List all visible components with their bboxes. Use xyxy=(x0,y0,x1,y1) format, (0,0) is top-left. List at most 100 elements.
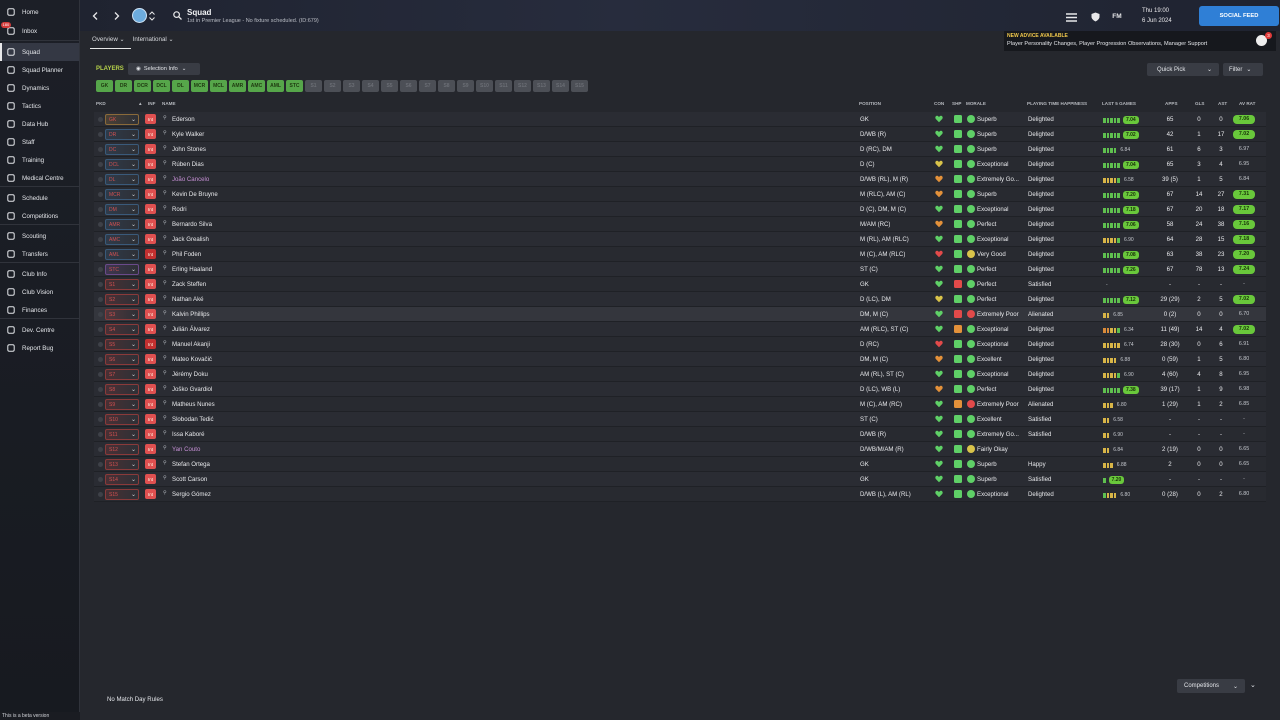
position-filter-mcl[interactable]: MCL xyxy=(210,80,227,92)
position-filter-s2[interactable]: S2 xyxy=(324,80,341,92)
sidebar-item-squad-planner[interactable]: Squad Planner xyxy=(0,61,79,79)
selection-dropdown[interactable]: S10 ⌄ xyxy=(105,414,139,425)
penalty-kick-dot[interactable] xyxy=(98,432,103,437)
info-flag-badge[interactable]: Int xyxy=(145,459,156,469)
club-crest[interactable] xyxy=(132,8,147,23)
penalty-kick-dot[interactable] xyxy=(98,192,103,197)
player-name[interactable]: Scott Carson xyxy=(172,476,207,483)
selection-dropdown[interactable]: S1 ⌄ xyxy=(105,279,139,290)
info-flag-badge[interactable]: Int xyxy=(145,444,156,454)
position-filter-dr[interactable]: DR xyxy=(115,80,132,92)
selection-dropdown[interactable]: S15 ⌄ xyxy=(105,489,139,500)
table-row[interactable]: S8 ⌄ Int ⚲ Joško Gvardiol D (LC), WB (L) Perfe… xyxy=(94,382,1266,397)
continue-date[interactable]: Thu 19:00 6 Jun 2024 xyxy=(1142,6,1202,28)
table-row[interactable]: S2 ⌄ Int ⚲ Nathan Aké D (LC), DM Perfect Deligh… xyxy=(94,292,1266,307)
info-flag-badge[interactable]: Int xyxy=(145,429,156,439)
info-flag-badge[interactable]: Int xyxy=(145,114,156,124)
penalty-kick-dot[interactable] xyxy=(98,222,103,227)
info-flag-badge[interactable]: Int xyxy=(145,249,156,259)
info-flag-badge[interactable]: Int xyxy=(145,414,156,424)
info-flag-badge[interactable]: Int xyxy=(145,189,156,199)
social-feed-button[interactable]: SOCIAL FEED xyxy=(1199,6,1279,26)
penalty-kick-dot[interactable] xyxy=(98,342,103,347)
selection-dropdown[interactable]: DCL ⌄ xyxy=(105,159,139,170)
player-name[interactable]: Slobodan Tedić xyxy=(172,416,214,423)
position-filter-s6[interactable]: S6 xyxy=(400,80,417,92)
position-filter-s14[interactable]: S14 xyxy=(552,80,569,92)
table-row[interactable]: DM ⌄ Int ⚲ Rodri D (C), DM, M (C) Exceptional D… xyxy=(94,202,1266,217)
player-name[interactable]: Bernardo Silva xyxy=(172,221,212,228)
position-filter-amc[interactable]: AMC xyxy=(248,80,265,92)
penalty-kick-dot[interactable] xyxy=(98,177,103,182)
selection-info-dropdown[interactable]: ◉ Selection Info ⌄ xyxy=(128,63,200,75)
position-filter-amr[interactable]: AMR xyxy=(229,80,246,92)
sidebar-item-inbox[interactable]: Inbox 180 xyxy=(0,22,79,40)
back-button[interactable] xyxy=(88,8,102,24)
col-avrat[interactable]: AV RAT xyxy=(1239,101,1255,106)
table-row[interactable]: S15 ⌄ Int ⚲ Sergio Gómez D/WB (L), AM (RL) Exc… xyxy=(94,487,1266,502)
col-apps[interactable]: APPS xyxy=(1165,101,1178,106)
selection-dropdown[interactable]: S4 ⌄ xyxy=(105,324,139,335)
tab-overview[interactable]: Overview ⌄ xyxy=(90,31,131,49)
player-name[interactable]: Kevin De Bruyne xyxy=(172,191,218,198)
sidebar-item-schedule[interactable]: Schedule xyxy=(0,189,79,207)
position-filter-s4[interactable]: S4 xyxy=(362,80,379,92)
selection-dropdown[interactable]: S12 ⌄ xyxy=(105,444,139,455)
table-row[interactable]: DL ⌄ Int ⚲ João Cancelo D/WB (RL), M (R) Extre… xyxy=(94,172,1266,187)
selection-dropdown[interactable]: DC ⌄ xyxy=(105,144,139,155)
selection-dropdown[interactable]: S6 ⌄ xyxy=(105,354,139,365)
sidebar-item-transfers[interactable]: Transfers xyxy=(0,245,79,263)
selection-dropdown[interactable]: S14 ⌄ xyxy=(105,474,139,485)
penalty-kick-dot[interactable] xyxy=(98,117,103,122)
info-flag-badge[interactable]: Int xyxy=(145,309,156,319)
selection-dropdown[interactable]: S11 ⌄ xyxy=(105,429,139,440)
info-flag-badge[interactable]: Int xyxy=(145,369,156,379)
sidebar-item-club-vision[interactable]: Club Vision xyxy=(0,283,79,301)
position-filter-s10[interactable]: S10 xyxy=(476,80,493,92)
col-name[interactable]: NAME xyxy=(162,101,176,106)
selection-dropdown[interactable]: S9 ⌄ xyxy=(105,399,139,410)
info-flag-badge[interactable]: Int xyxy=(145,354,156,364)
table-row[interactable]: S4 ⌄ Int ⚲ Julián Álvarez AM (RLC), ST (C) Exc… xyxy=(94,322,1266,337)
penalty-kick-dot[interactable] xyxy=(98,357,103,362)
menu-button[interactable] xyxy=(1064,9,1078,25)
player-name[interactable]: Phil Foden xyxy=(172,251,201,258)
selection-dropdown[interactable]: MCR ⌄ xyxy=(105,189,139,200)
position-filter-dcr[interactable]: DCR xyxy=(134,80,151,92)
sidebar-item-competitions[interactable]: Competitions xyxy=(0,207,79,225)
col-ast[interactable]: AST xyxy=(1218,101,1227,106)
filter-button[interactable]: Filter ⌄ xyxy=(1223,63,1263,76)
penalty-kick-dot[interactable] xyxy=(98,132,103,137)
table-row[interactable]: S10 ⌄ Int ⚲ Slobodan Tedić ST (C) Excellent Sat… xyxy=(94,412,1266,427)
manager-button[interactable] xyxy=(1088,9,1102,25)
penalty-kick-dot[interactable] xyxy=(98,267,103,272)
info-flag-badge[interactable]: Int xyxy=(145,324,156,334)
selection-dropdown[interactable]: AMC ⌄ xyxy=(105,234,139,245)
player-name[interactable]: Issa Kaboré xyxy=(172,431,205,438)
info-flag-badge[interactable]: Int xyxy=(145,174,156,184)
player-name[interactable]: Manuel Akanji xyxy=(172,341,210,348)
position-filter-s1[interactable]: S1 xyxy=(305,80,322,92)
player-name[interactable]: Kalvin Phillips xyxy=(172,311,210,318)
penalty-kick-dot[interactable] xyxy=(98,162,103,167)
position-filter-s11[interactable]: S11 xyxy=(495,80,512,92)
position-filter-dcl[interactable]: DCL xyxy=(153,80,170,92)
info-flag-badge[interactable]: Int xyxy=(145,294,156,304)
penalty-kick-dot[interactable] xyxy=(98,447,103,452)
table-row[interactable]: DR ⌄ Int ⚲ Kyle Walker D/WB (R) Superb Delighte… xyxy=(94,127,1266,142)
player-name[interactable]: Zack Steffen xyxy=(172,281,206,288)
position-filter-stc[interactable]: STC xyxy=(286,80,303,92)
player-name[interactable]: Nathan Aké xyxy=(172,296,204,303)
table-row[interactable]: STC ⌄ Int ⚲ Erling Haaland ST (C) Perfect Delig… xyxy=(94,262,1266,277)
selection-dropdown[interactable]: DR ⌄ xyxy=(105,129,139,140)
penalty-kick-dot[interactable] xyxy=(98,252,103,257)
info-flag-badge[interactable]: Int xyxy=(145,384,156,394)
table-row[interactable]: S6 ⌄ Int ⚲ Mateo Kovačić DM, M (C) Excellent De… xyxy=(94,352,1266,367)
penalty-kick-dot[interactable] xyxy=(98,207,103,212)
selection-dropdown[interactable]: DM ⌄ xyxy=(105,204,139,215)
selection-dropdown[interactable]: S7 ⌄ xyxy=(105,369,139,380)
position-filter-s5[interactable]: S5 xyxy=(381,80,398,92)
sidebar-item-dynamics[interactable]: Dynamics xyxy=(0,79,79,97)
sidebar-item-medical-centre[interactable]: Medical Centre xyxy=(0,169,79,187)
info-flag-badge[interactable]: Int xyxy=(145,144,156,154)
